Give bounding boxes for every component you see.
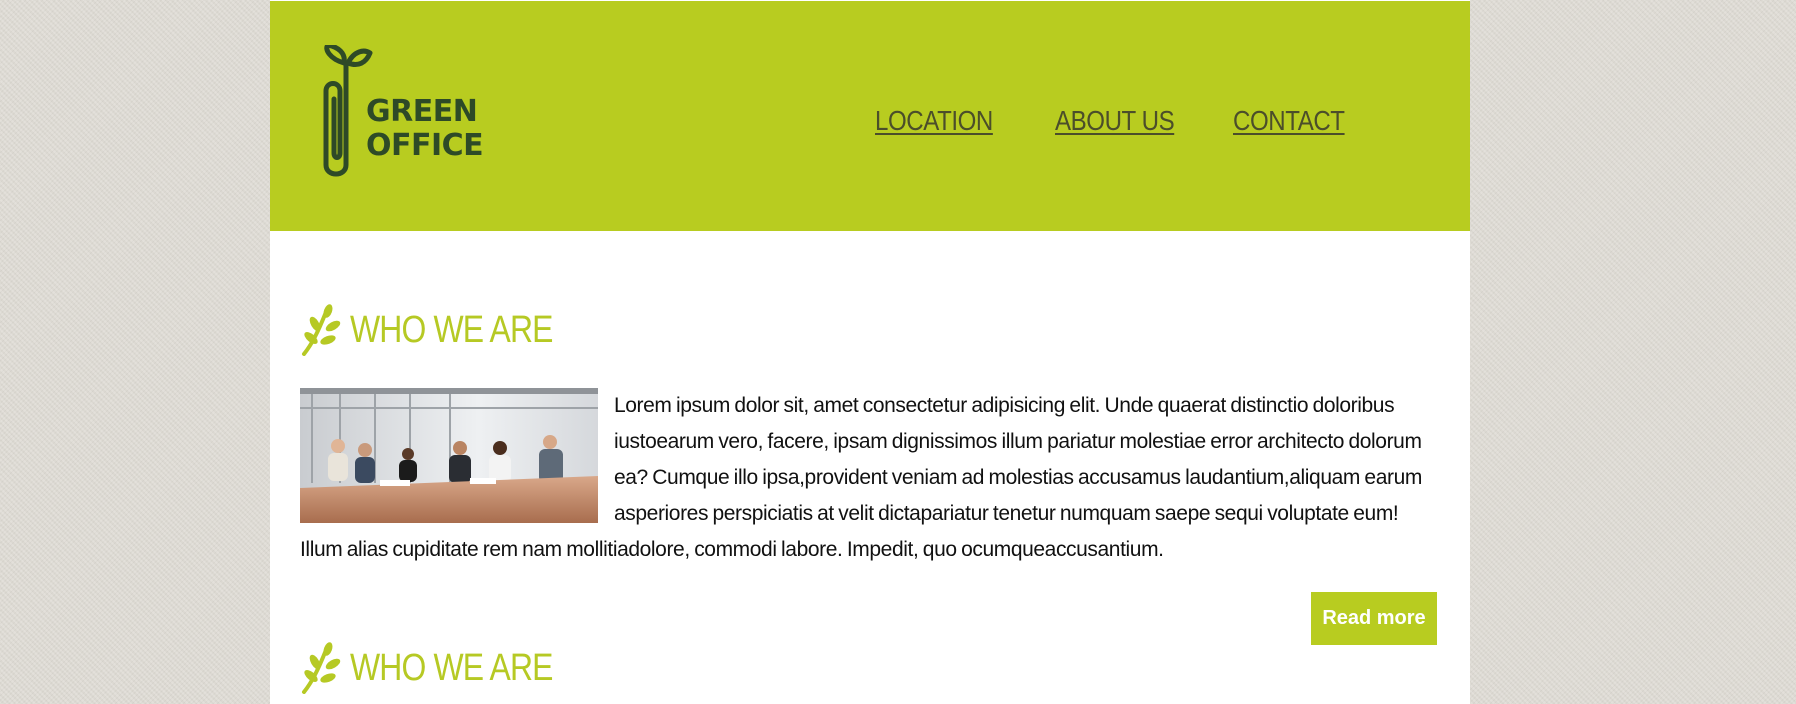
read-more-button[interactable]: Read more [1311,592,1437,645]
main-nav: LOCATION ABOUT US CONTACT [270,105,1470,145]
leaf-branch-icon [302,304,341,356]
page-container: GREEN OFFICE LOCATION ABOUT US CONTACT W… [270,0,1470,704]
nav-link-location[interactable]: LOCATION [875,105,993,137]
leaf-branch-icon [302,642,341,694]
team-meeting-photo [300,388,598,523]
nav-link-about-us[interactable]: ABOUT US [1055,105,1175,137]
section-content: Lorem ipsum dolor sit, amet consectetur … [300,388,1440,568]
section-title-2: WHO WE ARE [350,646,553,689]
site-header: GREEN OFFICE LOCATION ABOUT US CONTACT [270,1,1470,231]
section-title: WHO WE ARE [350,308,553,351]
nav-link-contact[interactable]: CONTACT [1233,105,1345,137]
section-heading-2: WHO WE ARE [300,642,591,694]
section-heading: WHO WE ARE [300,304,591,356]
